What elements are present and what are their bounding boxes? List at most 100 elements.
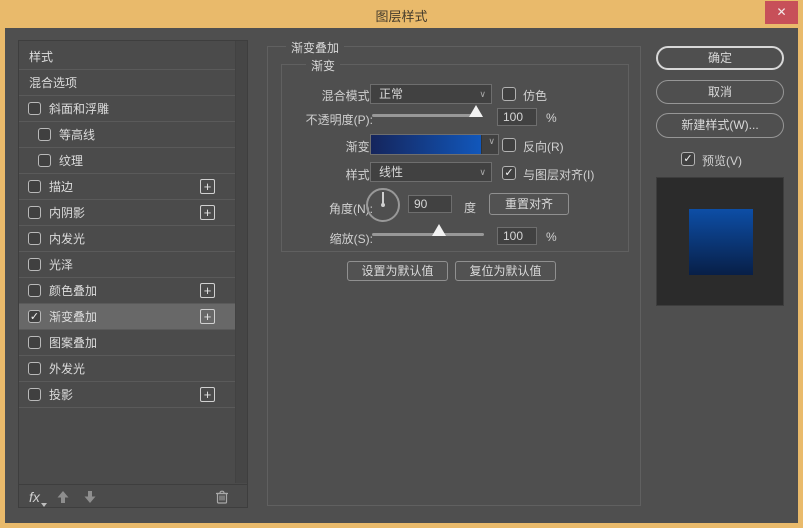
style-checkbox[interactable] bbox=[28, 206, 41, 219]
preview-label: 预览(V) bbox=[702, 152, 742, 169]
sidebar-item-label: 颜色叠加 bbox=[49, 282, 97, 299]
style-checkbox[interactable] bbox=[28, 102, 41, 115]
scale-unit: % bbox=[546, 230, 557, 244]
opacity-slider-thumb[interactable] bbox=[469, 105, 483, 117]
sidebar-item[interactable]: 样式 bbox=[19, 44, 235, 70]
sidebar-item[interactable]: 内阴影 + bbox=[19, 200, 235, 226]
sidebar-item[interactable]: 等高线 bbox=[19, 122, 235, 148]
scale-slider-thumb[interactable] bbox=[432, 224, 446, 236]
blend-mode-value: 正常 bbox=[379, 87, 403, 101]
style-checkbox[interactable] bbox=[28, 258, 41, 271]
angle-label: 角度(N): bbox=[245, 200, 373, 217]
add-effect-icon[interactable]: + bbox=[200, 309, 215, 324]
sidebar-item[interactable]: 投影 + bbox=[19, 382, 235, 408]
sidebar-footer: fx bbox=[19, 484, 247, 508]
make-default-button[interactable]: 设置为默认值 bbox=[347, 261, 448, 281]
sidebar-item-label: 外发光 bbox=[49, 360, 85, 377]
chevron-down-icon: ∨ bbox=[479, 85, 486, 103]
gradient-picker[interactable]: ∨ bbox=[370, 134, 499, 155]
sidebar-item[interactable]: 外发光 bbox=[19, 356, 235, 382]
sidebar-item[interactable]: 内发光 bbox=[19, 226, 235, 252]
style-checkbox[interactable] bbox=[28, 336, 41, 349]
align-with-layer-label: 与图层对齐(I) bbox=[523, 166, 594, 183]
opacity-input[interactable] bbox=[497, 108, 537, 126]
sidebar-item[interactable]: 光泽 bbox=[19, 252, 235, 278]
sidebar-item[interactable]: 纹理 bbox=[19, 148, 235, 174]
dither-label: 仿色 bbox=[523, 87, 547, 104]
sidebar-item[interactable]: ✓ 渐变叠加 + bbox=[19, 304, 235, 330]
opacity-label: 不透明度(P): bbox=[245, 111, 373, 128]
gradient-swatch[interactable] bbox=[371, 135, 481, 154]
titlebar[interactable]: 图层样式 ✕ bbox=[0, 0, 803, 28]
reverse-checkbox[interactable] bbox=[502, 138, 516, 152]
add-effect-icon[interactable]: + bbox=[200, 205, 215, 220]
sidebar-item-label: 纹理 bbox=[59, 152, 83, 169]
divider bbox=[481, 135, 482, 154]
reverse-label: 反向(R) bbox=[523, 138, 564, 155]
delete-effect-icon[interactable] bbox=[215, 489, 229, 504]
opacity-slider[interactable] bbox=[372, 114, 482, 117]
scale-slider[interactable] bbox=[372, 233, 484, 236]
sidebar-item-label: 渐变叠加 bbox=[49, 308, 97, 325]
blend-mode-label: 混合模式: bbox=[245, 87, 373, 104]
sidebar-item[interactable]: 图案叠加 bbox=[19, 330, 235, 356]
angle-unit: 度 bbox=[464, 199, 476, 216]
dither-checkbox[interactable] bbox=[502, 87, 516, 101]
style-checkbox[interactable] bbox=[38, 154, 51, 167]
style-label: 样式: bbox=[245, 166, 373, 183]
dialog-title: 图层样式 bbox=[0, 6, 803, 25]
sidebar-item-label: 图案叠加 bbox=[49, 334, 97, 351]
group-title: 渐变叠加 bbox=[286, 39, 344, 56]
cancel-button[interactable]: 取消 bbox=[656, 80, 784, 104]
new-style-button[interactable]: 新建样式(W)... bbox=[656, 113, 784, 138]
move-up-icon[interactable] bbox=[56, 490, 70, 504]
chevron-down-icon: ∨ bbox=[488, 136, 495, 147]
style-checkbox[interactable] bbox=[28, 362, 41, 375]
sidebar-item-label: 投影 bbox=[49, 386, 73, 403]
align-with-layer-checkbox[interactable]: ✓ bbox=[502, 166, 516, 180]
close-button[interactable]: ✕ bbox=[765, 1, 798, 24]
scale-input[interactable] bbox=[497, 227, 537, 245]
move-down-icon[interactable] bbox=[83, 490, 97, 504]
sidebar-scrollbar[interactable] bbox=[235, 41, 247, 483]
add-effect-icon[interactable]: + bbox=[200, 387, 215, 402]
reset-to-default-button[interactable]: 复位为默认值 bbox=[455, 261, 556, 281]
reset-alignment-button[interactable]: 重置对齐 bbox=[489, 193, 569, 215]
inner-group-title: 渐变 bbox=[306, 57, 340, 74]
style-dropdown[interactable]: 线性 ∨ bbox=[370, 162, 492, 182]
sidebar-item[interactable]: 混合选项 bbox=[19, 70, 235, 96]
style-checkbox[interactable] bbox=[38, 128, 51, 141]
sidebar-item[interactable]: 斜面和浮雕 bbox=[19, 96, 235, 122]
styles-sidebar: 样式混合选项斜面和浮雕等高线纹理描边+ 内阴影 + 内发光光泽颜色叠加 + ✓ 渐变叠加 + 图… bbox=[18, 40, 248, 508]
add-effect-icon[interactable]: + bbox=[200, 283, 215, 298]
layer-style-dialog: 图层样式 ✕ 样式混合选项斜面和浮雕等高线纹理描边+ 内阴影 + 内发光光泽颜色叠加 +… bbox=[0, 0, 803, 528]
sidebar-item-label: 斜面和浮雕 bbox=[49, 100, 109, 117]
style-list: 样式混合选项斜面和浮雕等高线纹理描边+ 内阴影 + 内发光光泽颜色叠加 + ✓ 渐变叠加 + 图… bbox=[19, 41, 247, 483]
style-checkbox[interactable] bbox=[28, 180, 41, 193]
style-checkbox[interactable] bbox=[28, 284, 41, 297]
sidebar-item-label: 样式 bbox=[29, 48, 53, 65]
angle-dial[interactable] bbox=[366, 188, 400, 222]
chevron-down-icon: ∨ bbox=[479, 163, 486, 181]
sidebar-item-label: 混合选项 bbox=[29, 74, 77, 91]
sidebar-item-label: 内阴影 bbox=[49, 204, 85, 221]
sidebar-item-label: 光泽 bbox=[49, 256, 73, 273]
gradient-label: 渐变: bbox=[245, 138, 373, 155]
sidebar-item-label: 内发光 bbox=[49, 230, 85, 247]
ok-button[interactable]: 确定 bbox=[656, 46, 784, 70]
blend-mode-dropdown[interactable]: 正常 ∨ bbox=[370, 84, 492, 104]
dialog-body: 样式混合选项斜面和浮雕等高线纹理描边+ 内阴影 + 内发光光泽颜色叠加 + ✓ 渐变叠加 + 图… bbox=[5, 28, 798, 523]
close-icon: ✕ bbox=[776, 5, 786, 19]
fx-menu-button[interactable]: fx bbox=[29, 489, 40, 505]
preview-checkbox[interactable]: ✓ bbox=[681, 152, 695, 166]
sidebar-item[interactable]: 描边+ bbox=[19, 174, 235, 200]
sidebar-item[interactable]: 颜色叠加 + bbox=[19, 278, 235, 304]
style-checkbox[interactable] bbox=[28, 232, 41, 245]
sidebar-item-label: 等高线 bbox=[59, 126, 95, 143]
gradient-preview-thumbnail bbox=[689, 209, 753, 275]
style-checkbox[interactable]: ✓ bbox=[28, 310, 41, 323]
add-effect-icon[interactable]: + bbox=[200, 179, 215, 194]
dial-center bbox=[381, 203, 385, 207]
angle-input[interactable] bbox=[408, 195, 452, 213]
style-checkbox[interactable] bbox=[28, 388, 41, 401]
